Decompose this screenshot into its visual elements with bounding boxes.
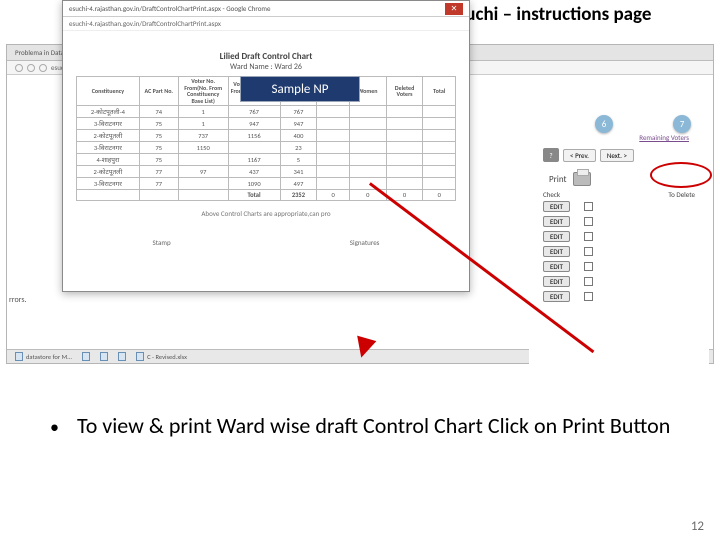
signature-row: Stamp Signatures	[63, 238, 469, 247]
table-row: 3-विराटनगर751947947	[77, 118, 456, 130]
table-header: Total	[423, 77, 456, 106]
chart-title: Lilied Draft Control Chart	[63, 31, 469, 62]
download-item[interactable]	[82, 352, 90, 361]
edit-button[interactable]: EDIT	[543, 276, 570, 287]
errors-label: rrors.	[9, 295, 26, 305]
table-row: 4-शाहपुरा7511675	[77, 154, 456, 166]
table-header: AC Part No.	[139, 77, 178, 106]
file-icon	[15, 352, 23, 361]
step-7: 7	[673, 115, 691, 133]
bullet-block: • To view & print Ward wise draft Contro…	[50, 412, 690, 440]
step-indicators: 6 7	[529, 105, 709, 133]
bullet-text: To view & print Ward wise draft Control …	[77, 412, 670, 440]
table-row: 3-विराटनगर75115023	[77, 142, 456, 154]
edit-button[interactable]: EDIT	[543, 231, 570, 242]
file-icon	[136, 352, 144, 361]
file-icon	[82, 352, 90, 361]
delete-checkbox[interactable]	[584, 292, 593, 301]
table-header: Voter No. From(No. From Constituency Bas…	[178, 77, 228, 106]
right-panel: 6 7 Remaining Voters ? < Prev. Next. > P…	[529, 105, 709, 371]
printer-icon[interactable]	[573, 172, 591, 186]
download-item[interactable]: datastore for M...	[15, 352, 72, 361]
popup-addressbar[interactable]: esuchi-4.rajasthan.gov.in/DraftControlCh…	[63, 17, 469, 31]
prev-button[interactable]: < Prev.	[563, 149, 596, 162]
red-ellipse-annotation	[650, 162, 712, 188]
remaining-voters-link[interactable]: Remaining Voters	[529, 133, 709, 142]
delete-checkbox[interactable]	[584, 262, 593, 271]
signatures-label: Signatures	[350, 238, 380, 247]
edit-button[interactable]: EDIT	[543, 261, 570, 272]
help-icon[interactable]: ?	[543, 148, 559, 162]
download-item[interactable]	[118, 352, 126, 361]
sample-np-banner: Sample NP	[240, 76, 360, 102]
print-popup-window: esuchi-4.rajasthan.gov.in/DraftControlCh…	[62, 0, 470, 292]
download-item[interactable]: C - Revised.xlsx	[136, 352, 187, 361]
table-row: 2-कोटपूतली757371156400	[77, 130, 456, 142]
bullet-dot: •	[50, 412, 59, 436]
table-row: 2-कोटपूतली7797437341	[77, 166, 456, 178]
table-header: Constituency	[77, 77, 140, 106]
next-button[interactable]: Next. >	[600, 149, 634, 162]
step-6: 6	[595, 115, 613, 133]
file-icon	[100, 352, 108, 361]
edit-button[interactable]: EDIT	[543, 201, 570, 212]
file-icon	[118, 352, 126, 361]
edit-button[interactable]: EDIT	[543, 246, 570, 257]
delete-checkbox[interactable]	[584, 202, 593, 211]
delete-checkbox[interactable]	[584, 247, 593, 256]
edit-button[interactable]: EDIT	[543, 291, 570, 302]
forward-icon[interactable]	[27, 64, 35, 72]
table-row: 2-कोटपूतली-4741767767	[77, 106, 456, 118]
delete-checkbox[interactable]	[584, 232, 593, 241]
delete-checkbox[interactable]	[584, 217, 593, 226]
popup-titlebar: esuchi-4.rajasthan.gov.in/DraftControlCh…	[63, 1, 469, 17]
stamp-label: Stamp	[153, 238, 171, 247]
popup-title: esuchi-4.rajasthan.gov.in/DraftControlCh…	[69, 4, 271, 13]
table-row: 3-विराटनगर771090497	[77, 178, 456, 190]
delete-checkbox[interactable]	[584, 277, 593, 286]
back-icon[interactable]	[15, 64, 23, 72]
table-header: Deleted Voters	[386, 77, 423, 106]
print-label[interactable]: Print	[549, 174, 567, 185]
delete-col-label: To Delete	[668, 190, 695, 199]
page-number: 12	[691, 519, 704, 534]
table-total-row: Total23520000	[77, 190, 456, 201]
ward-name: Ward Name : Ward 26	[63, 62, 469, 72]
check-col-label: Check	[543, 190, 560, 199]
close-icon[interactable]: ✕	[445, 3, 463, 15]
edit-button[interactable]: EDIT	[543, 216, 570, 227]
grid-header: Check To Delete	[529, 190, 709, 199]
reload-icon[interactable]	[39, 64, 47, 72]
download-item[interactable]	[100, 352, 108, 361]
